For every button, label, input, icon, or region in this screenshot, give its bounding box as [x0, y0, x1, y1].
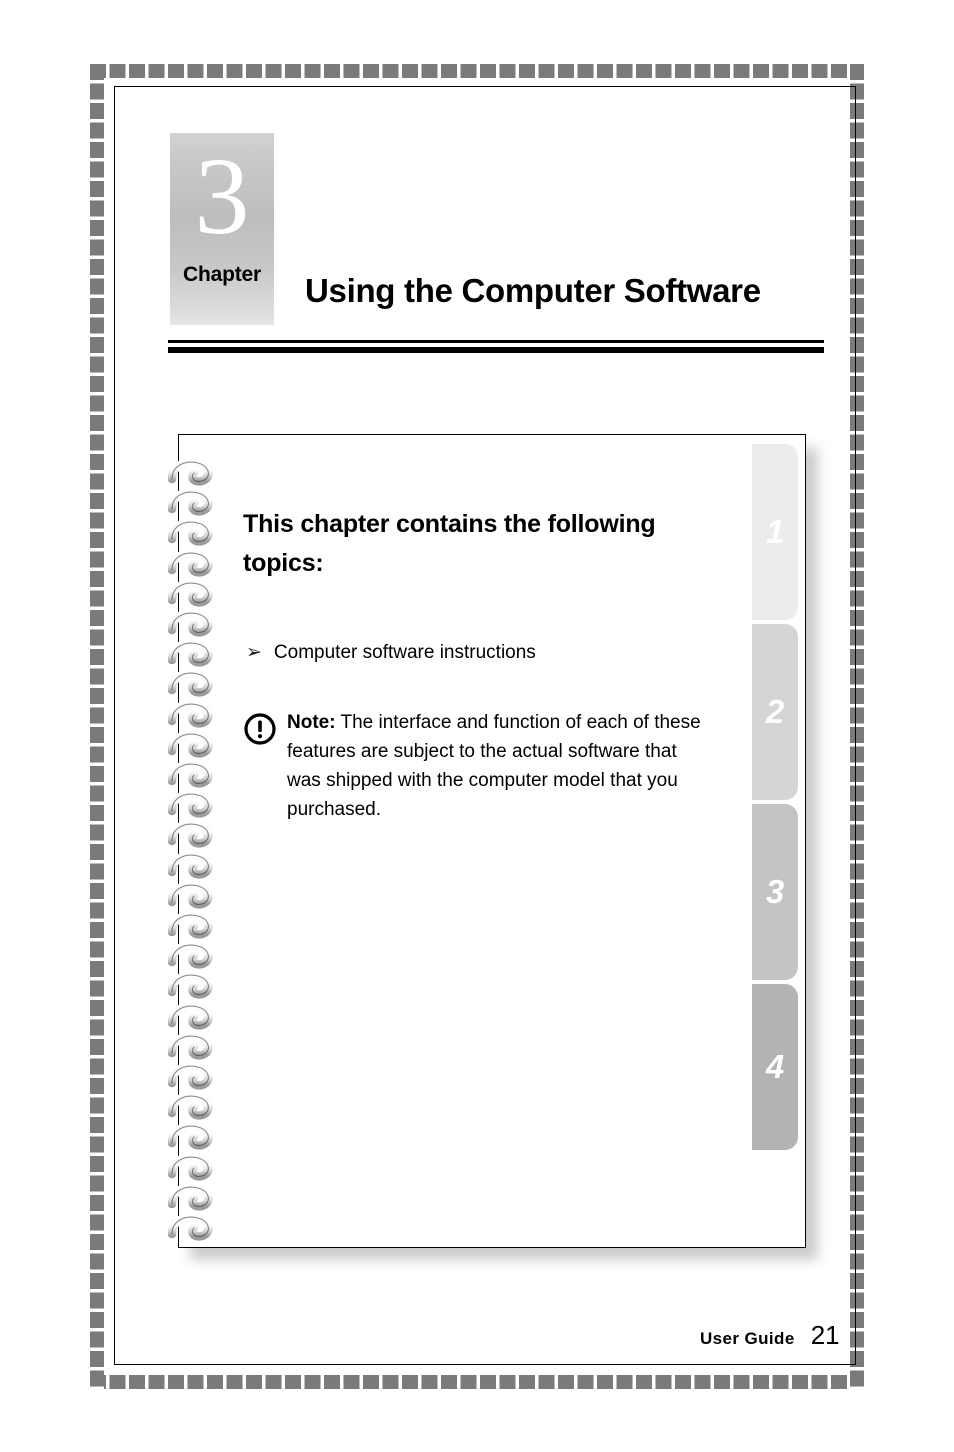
spiral-ring [167, 729, 224, 760]
spiral-ring [167, 578, 224, 609]
footer-label: User Guide [700, 1329, 795, 1348]
page-number: 21 [810, 1320, 840, 1350]
spiral-ring [167, 911, 224, 941]
arrow-bullet-icon: ➢ [246, 642, 262, 663]
chapter-tab-label: 1 [765, 513, 785, 550]
list-item: ➢ Computer software instructions [246, 641, 536, 665]
spiral-ring [167, 1122, 224, 1152]
spiral-ring [167, 548, 224, 579]
chapter-tab-label: 3 [765, 873, 785, 910]
spiral-ring [167, 850, 224, 881]
spiral-ring [167, 699, 224, 730]
spiral-ring [167, 639, 224, 669]
page-footer: User Guide 21 [700, 1320, 840, 1351]
spiral-ring [167, 971, 224, 1001]
spiral-ring [167, 458, 224, 488]
header-rule-thin [168, 340, 824, 343]
spiral-binding [167, 458, 230, 1248]
frame-dash-left [90, 64, 104, 1389]
document-page: 3 Chapter Using the Computer Software 1 2… [0, 0, 954, 1452]
spiral-ring [167, 1031, 224, 1062]
note-body-text: The interface and function of each of th… [287, 712, 701, 821]
chapter-label: Chapter [183, 263, 261, 286]
page-title: Using the Computer Software [305, 272, 761, 309]
list-item-label: Computer software instructions [273, 642, 536, 663]
spiral-ring [167, 1213, 224, 1243]
spiral-ring [167, 820, 224, 850]
chapter-tab-1: 1 [752, 444, 798, 620]
chapter-tab-2: 2 [752, 624, 798, 800]
spiral-ring [167, 669, 224, 699]
note-callout: Note: The interface and function of each… [243, 708, 713, 824]
spiral-ring [167, 1062, 224, 1092]
chapter-badge: 3 Chapter [170, 133, 274, 325]
chapter-tab-label: 4 [765, 1048, 785, 1085]
header-rule-thick [168, 347, 824, 353]
chapter-tab-label: 2 [765, 693, 785, 730]
spiral-ring [167, 941, 224, 971]
chapter-tab-3: 3 [752, 804, 798, 980]
spiral-ring [167, 609, 224, 639]
spiral-ring [167, 1001, 224, 1032]
spiral-ring [167, 760, 224, 790]
frame-dash-top [90, 64, 864, 78]
frame-dash-bottom [90, 1375, 864, 1389]
spiral-ring [167, 488, 224, 518]
spiral-ring [167, 790, 224, 820]
spiral-ring [167, 1152, 224, 1183]
chapter-tab-4: 4 [752, 984, 798, 1150]
spiral-ring [167, 880, 224, 911]
chapter-number: 3 [194, 135, 250, 257]
spiral-ring [167, 1182, 224, 1213]
exclamation-circle-icon [243, 712, 277, 746]
note-label: Note: [287, 712, 336, 733]
panel-heading: This chapter contains the following topi… [243, 510, 656, 577]
spiral-ring [167, 518, 224, 548]
note-text: Note: The interface and function of each… [287, 708, 713, 824]
spiral-ring [167, 1092, 224, 1122]
